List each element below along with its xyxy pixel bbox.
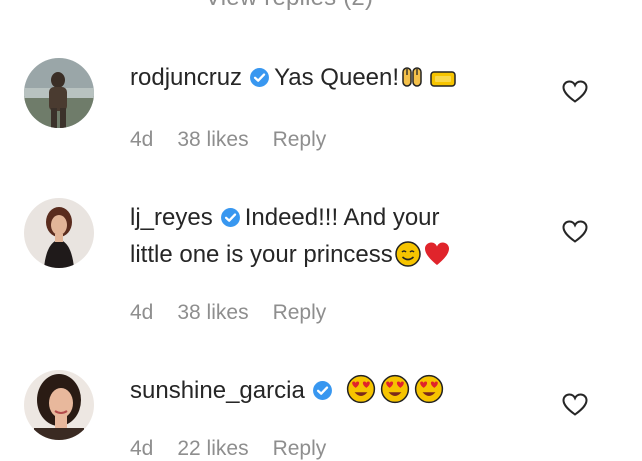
raising-hands-emoji-icon [402, 67, 422, 87]
reply-button[interactable]: Reply [273, 301, 327, 324]
red-heart-emoji-icon [424, 242, 449, 265]
verified-badge-icon [220, 208, 240, 227]
likes-count[interactable]: 38 likes [177, 301, 248, 324]
comment-body: Yas Queen! [274, 64, 400, 91]
comment-time: 4d [130, 301, 154, 324]
avatar[interactable] [24, 198, 94, 268]
verified-badge-icon [312, 381, 332, 400]
comment-meta: 4d 38 likes Reply [130, 301, 350, 325]
heart-eyes-emoji-icon [346, 374, 375, 404]
view-replies-link[interactable]: View replies (2) [205, 0, 373, 12]
heart-eyes-emoji-icon [414, 374, 443, 404]
crown-emoji-icon [430, 71, 456, 87]
likes-count[interactable]: 22 likes [177, 437, 248, 460]
avatar[interactable] [24, 370, 94, 440]
comment-text: sunshine_garcia [130, 372, 550, 409]
username[interactable]: rodjuncruz [130, 64, 242, 91]
comment-meta: 4d 22 likes Reply [130, 437, 350, 461]
username[interactable]: sunshine_garcia [130, 377, 305, 404]
like-heart-icon[interactable] [562, 80, 588, 104]
comment-body-line-2: little one is your princess [130, 241, 393, 268]
comment-meta: 4d 38 likes Reply [130, 128, 350, 152]
comment-text: lj_reyes Indeed!!! And your little one is … [130, 199, 550, 273]
username[interactable]: lj_reyes [130, 204, 213, 231]
likes-count[interactable]: 38 likes [177, 128, 248, 151]
comment-time: 4d [130, 437, 154, 460]
verified-badge-icon [250, 68, 270, 87]
smiling-face-emoji-icon [395, 241, 421, 267]
like-heart-icon[interactable] [562, 220, 588, 244]
comment-time: 4d [130, 128, 154, 151]
reply-button[interactable]: Reply [273, 437, 327, 460]
reply-button[interactable]: Reply [273, 128, 327, 151]
heart-eyes-emoji-icon [380, 374, 409, 404]
comment-body-line-1: Indeed!!! And your [244, 204, 440, 231]
avatar[interactable] [24, 58, 94, 128]
like-heart-icon[interactable] [562, 393, 588, 417]
comment-text: rodjuncruz Yas Queen! [130, 59, 550, 96]
